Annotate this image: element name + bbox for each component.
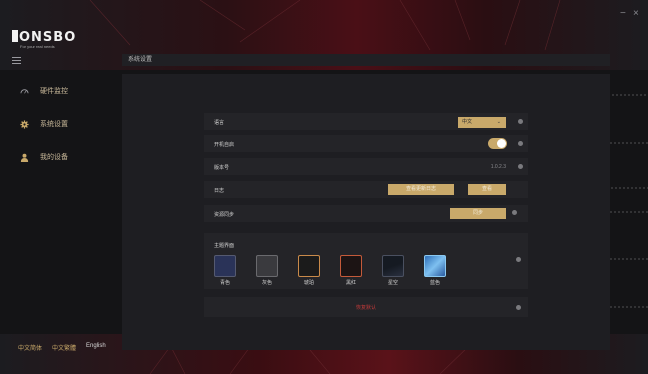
menu-toggle-icon[interactable] bbox=[12, 57, 21, 66]
connector-dot bbox=[518, 164, 523, 169]
theme-section: 主题界面 青色 灰色 琥珀 黑红 星空 蓝色 bbox=[204, 233, 528, 289]
autostart-label: 开机自启 bbox=[214, 142, 235, 148]
theme-swatch-label: 黑红 bbox=[345, 280, 356, 286]
theme-swatch-label: 星空 bbox=[387, 280, 398, 286]
theme-swatch-label: 琥珀 bbox=[303, 280, 314, 286]
sync-row: 资源同步 同步 bbox=[204, 205, 528, 222]
lang-english[interactable]: English bbox=[86, 343, 106, 352]
view-update-log-button[interactable]: 查看更新日志 bbox=[388, 184, 454, 195]
version-row: 版本号 1.0.2.3 bbox=[204, 158, 528, 175]
theme-swatch-amber[interactable] bbox=[298, 255, 320, 277]
theme-swatch-cyan[interactable] bbox=[214, 255, 236, 277]
connector-dot bbox=[516, 305, 521, 310]
log-row: 日志 查看更新日志 查看 bbox=[204, 181, 528, 198]
user-icon bbox=[18, 151, 30, 163]
connector-dot bbox=[512, 210, 517, 215]
chevron-down-icon: ⌄ bbox=[496, 119, 501, 125]
sidebar-item-label: 硬件监控 bbox=[40, 88, 68, 95]
theme-swatch-label: 青色 bbox=[219, 280, 230, 286]
theme-swatch-starry[interactable] bbox=[382, 255, 404, 277]
theme-label: 主题界面 bbox=[214, 243, 235, 249]
close-button[interactable]: × bbox=[633, 8, 639, 19]
language-label: 语言 bbox=[214, 120, 225, 126]
theme-swatch-label: 灰色 bbox=[261, 280, 272, 286]
connector-dot bbox=[516, 257, 521, 262]
theme-swatch-gray[interactable] bbox=[256, 255, 278, 277]
theme-swatch-black-red[interactable] bbox=[340, 255, 362, 277]
gauge-icon bbox=[18, 85, 30, 97]
autostart-toggle[interactable] bbox=[488, 138, 507, 149]
logo: ONSBO For your real needs bbox=[12, 30, 76, 49]
version-value: 1.0.2.3 bbox=[490, 164, 506, 170]
connector-dot bbox=[518, 119, 523, 124]
lang-simplified-chinese[interactable]: 中文简体 bbox=[18, 343, 42, 352]
minimize-button[interactable]: − bbox=[620, 8, 626, 19]
lang-traditional-chinese[interactable]: 中文繁體 bbox=[52, 343, 76, 352]
sync-button[interactable]: 同步 bbox=[450, 208, 506, 219]
language-row: 语言 中文 ⌄ bbox=[204, 113, 528, 130]
theme-swatch-blue[interactable] bbox=[424, 255, 446, 277]
sync-label: 资源同步 bbox=[214, 212, 235, 218]
sidebar-item-my-devices[interactable]: 我的设备 bbox=[18, 151, 68, 163]
autostart-row: 开机自启 bbox=[204, 135, 528, 152]
view-log-button[interactable]: 查看 bbox=[468, 184, 506, 195]
sidebar-item-label: 我的设备 bbox=[40, 154, 68, 161]
gear-icon bbox=[18, 118, 30, 130]
log-label: 日志 bbox=[214, 188, 225, 194]
language-select-value: 中文 bbox=[462, 119, 473, 125]
language-switcher: 中文简体 中文繁體 English bbox=[18, 343, 106, 352]
connector-dot bbox=[518, 141, 523, 146]
version-label: 版本号 bbox=[214, 165, 230, 171]
sidebar-item-label: 系统设置 bbox=[40, 121, 68, 128]
page-title: 系统设置 bbox=[122, 54, 610, 66]
language-select[interactable]: 中文 ⌄ bbox=[458, 117, 506, 128]
restore-defaults-row: 恢复默认 bbox=[204, 297, 528, 317]
theme-swatch-label: 蓝色 bbox=[429, 280, 440, 286]
sidebar-item-hardware-monitor[interactable]: 硬件监控 bbox=[18, 85, 68, 97]
logo-name: ONSBO bbox=[19, 30, 77, 45]
sidebar-item-system-settings[interactable]: 系统设置 bbox=[18, 118, 68, 130]
restore-defaults-button[interactable]: 恢复默认 bbox=[204, 304, 528, 311]
